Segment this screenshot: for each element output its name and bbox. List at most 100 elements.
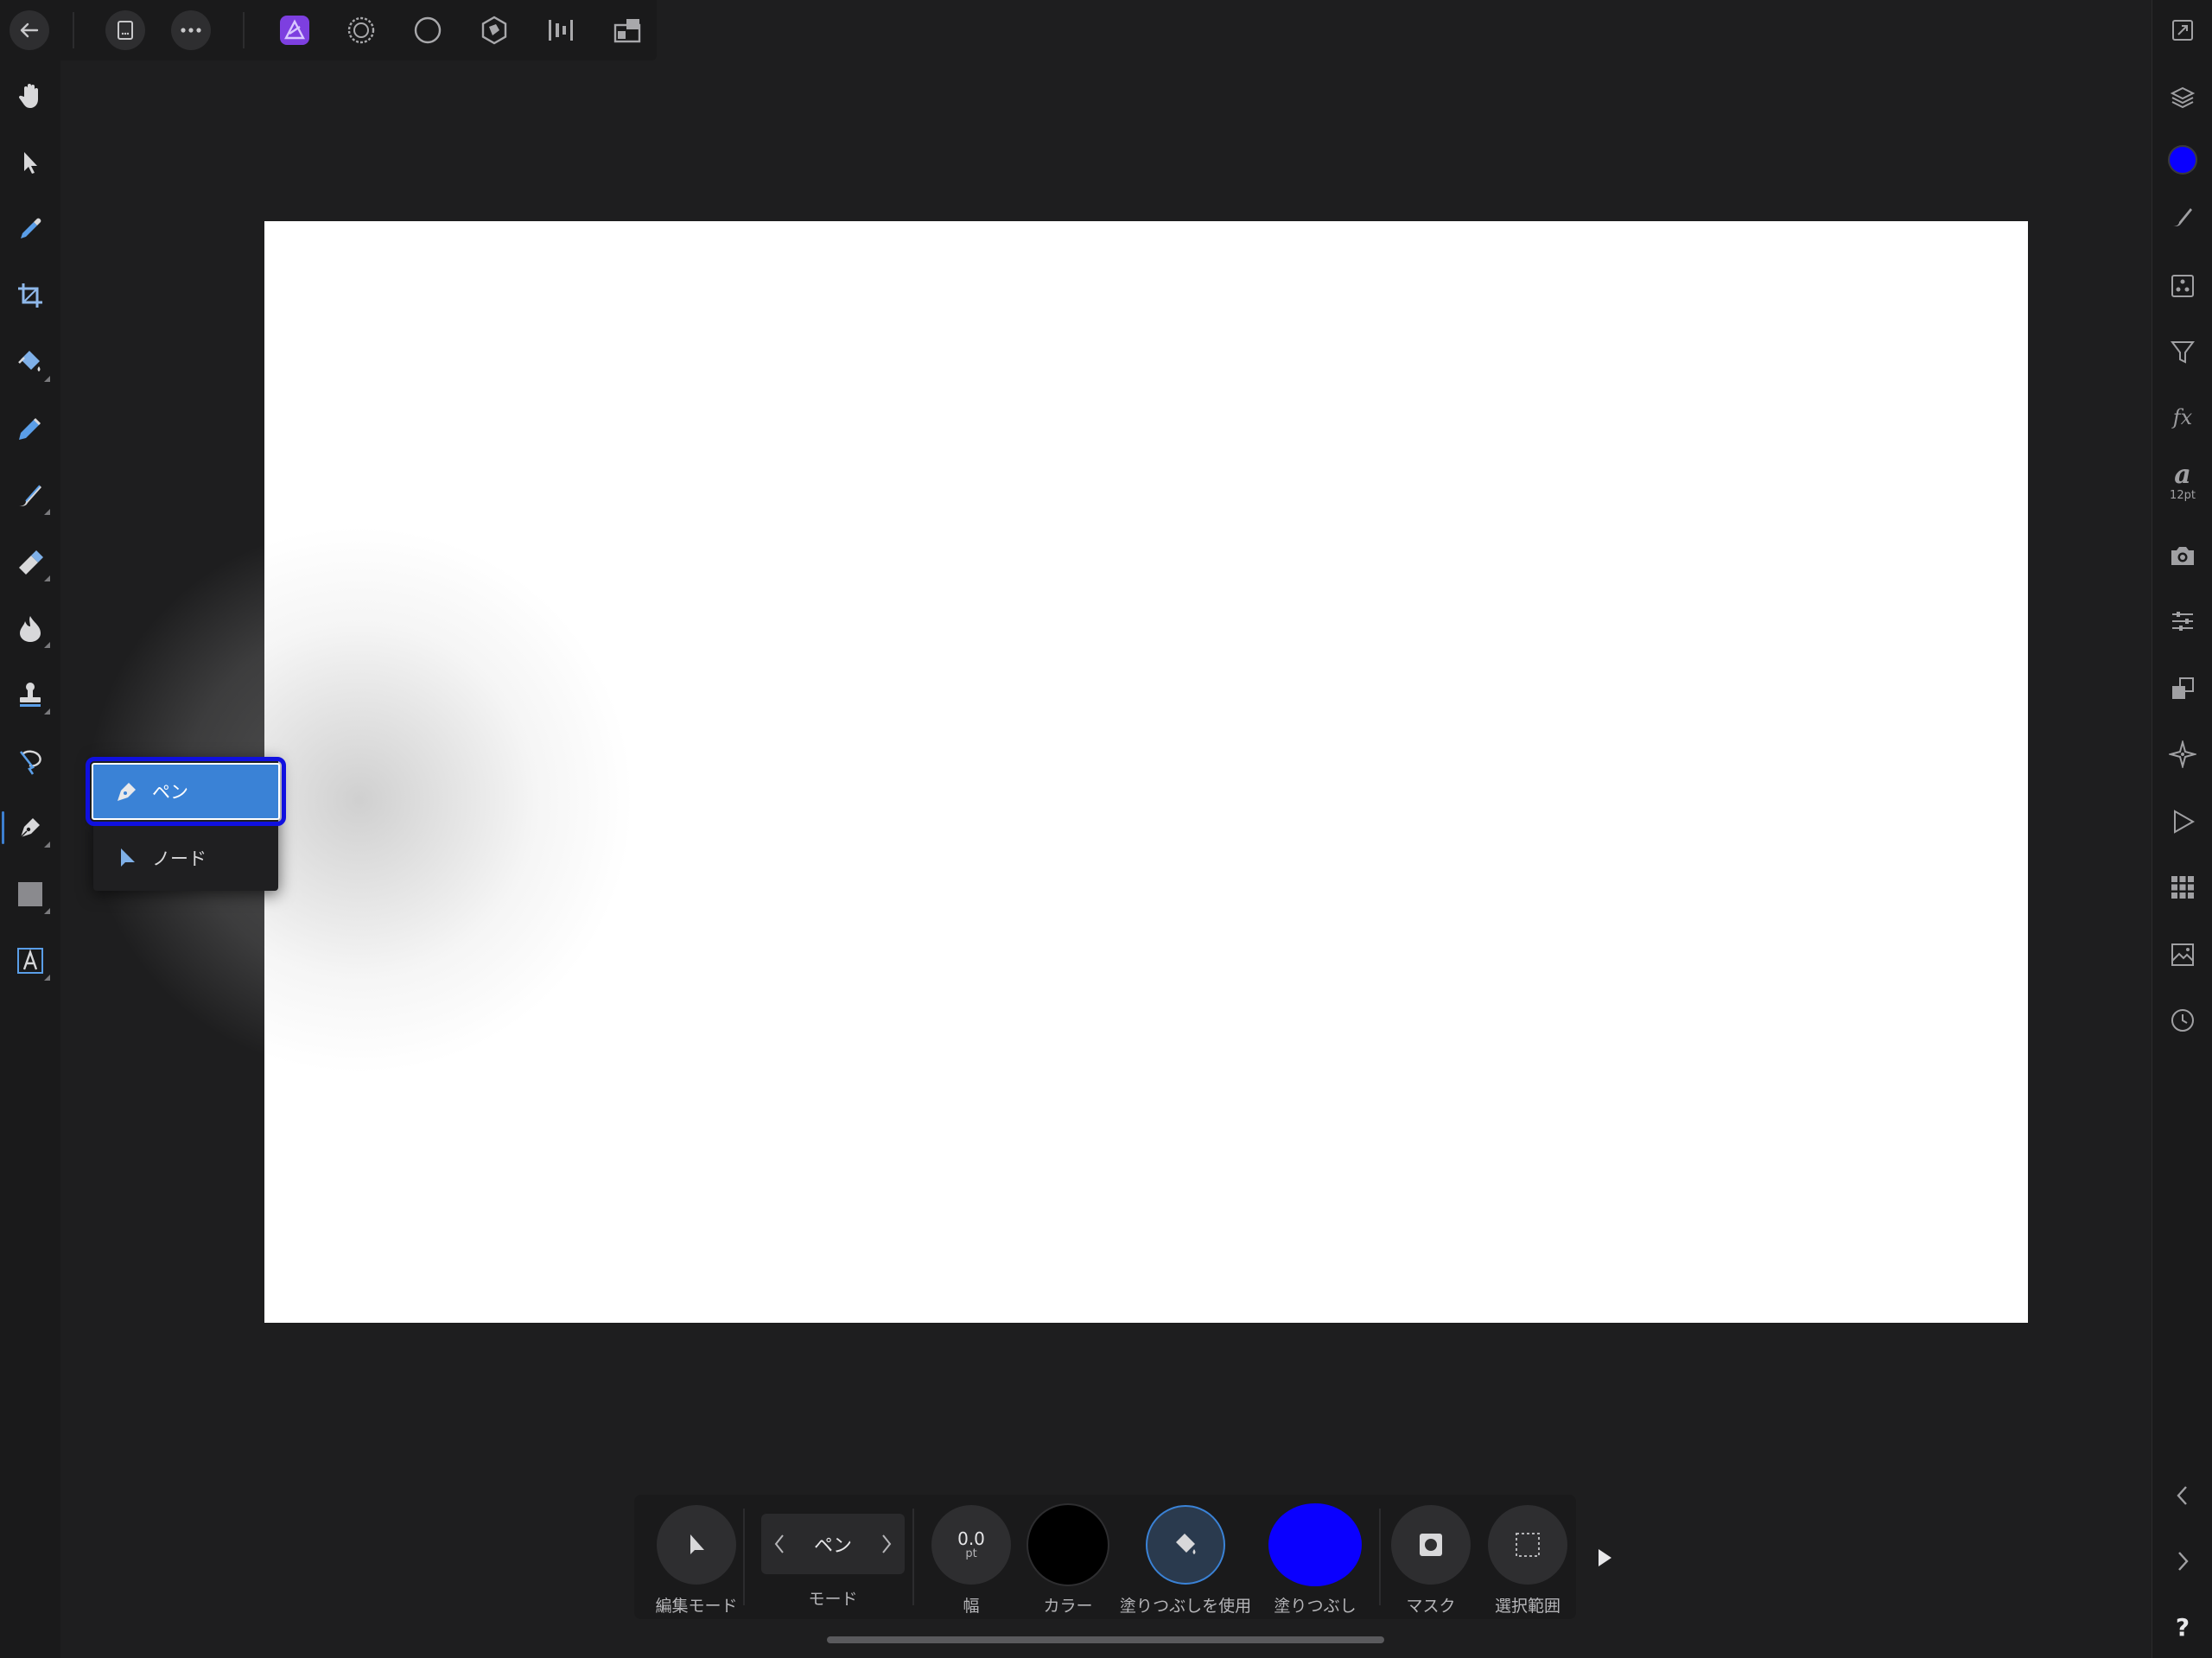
fx-label: fx [2172,405,2193,429]
chevron-left-icon[interactable] [773,1533,785,1555]
flyout-corner-marker [44,575,50,581]
stock-image-icon[interactable] [2161,933,2204,976]
document-icon[interactable] [105,10,145,50]
chevron-right-icon[interactable] [880,1533,893,1555]
flyout-corner-marker [44,509,50,515]
flyout-corner-marker [44,376,50,382]
arrange-icon[interactable] [607,10,647,50]
export-persona-icon[interactable] [408,10,448,50]
mask-button[interactable]: マスク [1382,1495,1479,1619]
stroke-color-button[interactable]: カラー [1020,1495,1116,1619]
color-swatch-icon[interactable] [2161,138,2204,181]
move-tool-icon[interactable] [9,141,52,184]
fullscreen-icon[interactable] [2161,9,2204,52]
back-arrow-icon[interactable] [10,10,49,50]
vector-brush-icon[interactable] [9,407,52,450]
context-toolbar: 編集モード ペン モード 0.0 pt 幅 カラー 塗りつぶしを使用 塗りつぶし… [634,1495,1576,1619]
brushes-icon[interactable] [2161,195,2204,238]
flyout-corner-marker [44,842,50,848]
width-label: 幅 [963,1597,980,1616]
text-tool-icon[interactable] [9,939,52,982]
more-icon[interactable] [171,10,211,50]
rectangle-tool-icon[interactable] [9,873,52,916]
chevron-right-icon[interactable] [2161,1540,2204,1583]
crop-tool-icon[interactable] [9,274,52,317]
mode-label: モード [808,1590,858,1609]
expand-toolbar-icon[interactable] [1594,1547,1615,1569]
selection-label: 選択範囲 [1494,1597,1560,1616]
edit-mode-label: 編集モード [655,1597,738,1616]
mode-selector[interactable]: ペン モード [755,1495,911,1619]
studio-panel-bar: fx a 12pt ? [2152,0,2212,1658]
font-size-label: 12pt [2170,488,2196,502]
navigator-icon[interactable] [2161,733,2204,776]
photo-persona-icon[interactable] [474,10,514,50]
use-fill-circle [1146,1505,1225,1585]
align-icon[interactable] [541,10,581,50]
clone-stamp-icon[interactable] [9,673,52,716]
selection-circle [1488,1505,1567,1585]
fill-tool-icon[interactable] [9,340,52,384]
width-control[interactable]: 0.0 pt 幅 [923,1495,1020,1619]
mode-value: ペン [813,1535,852,1557]
layers-icon[interactable] [2161,76,2204,119]
mode-box: ペン [761,1514,905,1574]
pixel-persona-icon[interactable] [341,10,381,50]
toolbar-divider [73,12,74,48]
top-toolbar [0,0,657,60]
flyout-corner-marker [44,975,50,981]
color-picker-icon[interactable] [9,207,52,251]
transform-icon[interactable] [2161,667,2204,710]
adjustments-icon[interactable] [2161,600,2204,643]
chevron-left-icon[interactable] [2161,1474,2204,1517]
flyout-item-label: ペン [152,782,188,803]
stroke-color-swatch [1027,1503,1109,1586]
edit-mode-circle [657,1505,736,1585]
width-value: 0.0 [957,1528,985,1549]
designer-persona-icon[interactable] [275,10,315,50]
fx-effects-icon[interactable]: fx [2161,396,2204,439]
pen-tool-icon[interactable] [2,806,52,849]
use-fill-label: 塗りつぶしを使用 [1119,1597,1252,1616]
text-style-icon[interactable]: a 12pt [2161,460,2204,503]
pen-icon [114,778,140,804]
dodge-burn-icon[interactable] [9,607,52,650]
edit-mode-button[interactable]: 編集モード [645,1495,748,1619]
filter-icon[interactable] [2161,330,2204,373]
mask-label: マスク [1406,1597,1456,1616]
eraser-tool-icon[interactable] [9,540,52,583]
flyout-item-pen[interactable]: ペン [86,757,286,826]
flyout-corner-marker [44,642,50,648]
assets-grid-icon[interactable] [2161,866,2204,909]
flyout-item-node[interactable]: ノード [93,830,278,886]
camera-icon[interactable] [2161,534,2204,577]
tools-panel [0,60,60,1658]
toolbar-divider [243,12,245,48]
node-pointer-icon [114,845,140,871]
help-icon[interactable]: ? [2161,1605,2204,1648]
play-macro-icon[interactable] [2161,800,2204,843]
pen-tool-flyout: ペン ノード [86,757,286,891]
context-divider [912,1509,914,1605]
lasso-tool-icon[interactable] [9,740,52,783]
use-fill-toggle[interactable]: 塗りつぶしを使用 [1116,1495,1255,1619]
width-unit: pt [965,1547,977,1560]
home-indicator [827,1636,1384,1643]
fill-color-button[interactable]: 塗りつぶし [1255,1495,1376,1619]
flyout-corner-marker [44,908,50,914]
flyout-corner-marker [44,708,50,715]
flyout-item-label: ノード [152,848,207,869]
help-label: ? [2175,1612,2190,1642]
swatches-icon[interactable] [2161,264,2204,308]
font-letter: a [2174,459,2191,490]
fill-label: 塗りつぶし [1274,1597,1357,1616]
context-divider [743,1509,745,1605]
context-divider [1379,1509,1381,1605]
history-icon[interactable] [2161,999,2204,1042]
width-circle: 0.0 pt [931,1505,1011,1585]
flyout-pointer [83,819,93,836]
paint-brush-icon[interactable] [9,473,52,517]
hand-tool-icon[interactable] [9,74,52,118]
color-label: カラー [1043,1597,1093,1616]
selection-button[interactable]: 選択範囲 [1479,1495,1576,1619]
